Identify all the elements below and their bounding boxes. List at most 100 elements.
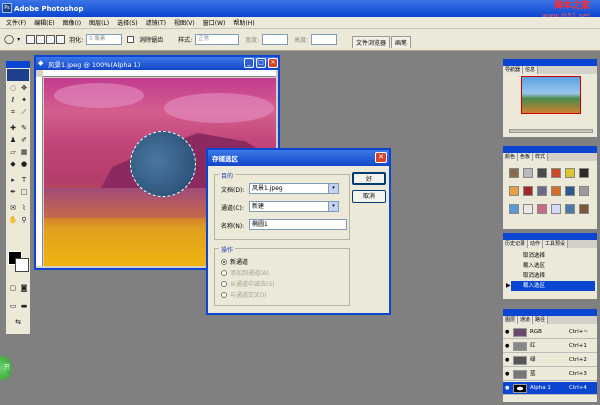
channel-row[interactable]: ● 蓝 Ctrl+3 <box>503 368 597 381</box>
style-swatch[interactable] <box>523 168 533 178</box>
chevron-down-icon[interactable]: ▾ <box>328 202 338 211</box>
style-swatch[interactable] <box>551 204 561 214</box>
marquee-tool-icon[interactable]: ◌ <box>8 83 18 93</box>
stamp-tool-icon[interactable]: ♟ <box>8 135 18 145</box>
menu-view[interactable]: 视图(V) <box>174 18 195 27</box>
history-brush-icon[interactable]: ✐ <box>19 135 29 145</box>
menu-select[interactable]: 选择(S) <box>117 18 138 27</box>
start-button[interactable]: 开 <box>0 356 12 380</box>
eye-icon[interactable]: ● <box>505 329 511 335</box>
pen-tool-icon[interactable]: ✒ <box>8 187 18 197</box>
op-subtract-from-channel[interactable]: 从通道中减去(S) <box>221 279 275 288</box>
tab-layers[interactable]: 图层 <box>503 316 519 324</box>
tab-navigator[interactable]: 导航器 <box>503 66 524 74</box>
style-swatch[interactable] <box>551 186 561 196</box>
history-item[interactable]: 取消选择 <box>511 251 595 261</box>
panel-title-bar[interactable] <box>503 233 597 240</box>
magic-wand-tool-icon[interactable]: ✦ <box>19 95 29 105</box>
menu-help[interactable]: 帮助(H) <box>233 18 254 27</box>
name-input[interactable]: 椭圆1 <box>249 219 347 230</box>
op-intersect-channel[interactable]: 与通道交叉(I) <box>221 290 266 299</box>
history-item-selected[interactable]: 载入选区 <box>511 281 595 291</box>
radio-icon[interactable] <box>221 291 227 298</box>
dialog-close-button[interactable]: ✕ <box>375 152 387 163</box>
style-swatch[interactable] <box>509 204 519 214</box>
tab-actions[interactable]: 动作 <box>528 240 544 248</box>
document-title-bar[interactable]: ◆ 风景1.jpeg @ 100%(Alpha 1) _ □ ✕ <box>36 57 278 70</box>
style-swatch[interactable] <box>565 168 575 178</box>
style-swatch[interactable] <box>537 204 547 214</box>
eraser-tool-icon[interactable]: ▱ <box>8 147 18 157</box>
radio-icon[interactable] <box>221 269 227 276</box>
style-swatch[interactable] <box>565 204 575 214</box>
panel-title-bar[interactable] <box>503 146 597 153</box>
style-swatch[interactable] <box>579 204 589 214</box>
style-swatch[interactable] <box>565 186 575 196</box>
eye-icon[interactable]: ● <box>505 371 511 377</box>
dialog-title-bar[interactable]: 存储选区 ✕ <box>208 150 389 166</box>
tool-preset-dropdown-icon[interactable]: ▾ <box>17 36 20 43</box>
zoom-tool-icon[interactable]: ⚲ <box>19 215 29 225</box>
style-swatch[interactable] <box>509 168 519 178</box>
navigator-thumbnail[interactable] <box>521 76 581 114</box>
style-swatch[interactable] <box>523 186 533 196</box>
panel-title-bar[interactable] <box>503 59 597 66</box>
cancel-button[interactable]: 取消 <box>352 190 386 203</box>
screen-mode-standard-icon[interactable]: ▭ <box>8 301 18 311</box>
document-select[interactable]: 风景1.jpeg ▾ <box>249 183 339 194</box>
brush-tool-icon[interactable]: ✎ <box>19 123 29 133</box>
horizontal-ruler[interactable] <box>43 70 276 77</box>
tab-brushes[interactable]: 画笔 <box>391 36 412 48</box>
background-color-swatch[interactable] <box>15 258 29 272</box>
type-tool-icon[interactable]: T <box>19 175 29 185</box>
style-swatch[interactable] <box>537 168 547 178</box>
op-new-channel[interactable]: 新通道 <box>221 257 248 266</box>
chevron-down-icon[interactable]: ▾ <box>328 184 338 193</box>
history-state-icon[interactable]: ▶ <box>506 282 511 289</box>
channel-select[interactable]: 新建 ▾ <box>249 201 339 212</box>
op-add-to-channel[interactable]: 添加到通道(A) <box>221 268 269 277</box>
style-swatch[interactable] <box>523 204 533 214</box>
screen-mode-full-icon[interactable]: ▬ <box>19 301 29 311</box>
ok-button[interactable]: 好 <box>352 172 386 185</box>
menu-filter[interactable]: 滤镜(T) <box>146 18 166 27</box>
tab-info[interactable]: 信息 <box>523 66 539 74</box>
tab-file-browser[interactable]: 文件浏览器 <box>352 36 391 48</box>
channel-row[interactable]: ● 绿 Ctrl+2 <box>503 354 597 367</box>
radio-icon[interactable] <box>221 280 227 287</box>
eye-icon[interactable]: ● <box>505 385 511 391</box>
channel-row-selected[interactable]: ● Alpha 1 Ctrl+4 <box>503 382 597 395</box>
new-selection-icon[interactable] <box>26 35 36 44</box>
menu-file[interactable]: 文件(F) <box>6 18 26 27</box>
lasso-tool-icon[interactable]: ℓ <box>8 95 18 105</box>
height-input[interactable] <box>311 34 338 45</box>
channel-row[interactable]: ● RGB Ctrl+~ <box>503 326 597 339</box>
vertical-ruler[interactable] <box>36 77 43 266</box>
style-select[interactable]: 正常 <box>195 34 240 45</box>
move-tool-icon[interactable]: ✥ <box>19 83 29 93</box>
feather-input[interactable]: 0 像素 <box>86 34 123 45</box>
elliptical-selection[interactable] <box>130 131 196 197</box>
notes-tool-icon[interactable]: ✉ <box>8 203 18 213</box>
history-item[interactable]: 载入选区 <box>511 261 595 271</box>
subtract-selection-icon[interactable] <box>46 35 56 44</box>
shape-tool-icon[interactable]: □ <box>19 187 29 197</box>
panel-title-bar[interactable] <box>503 309 597 316</box>
toolbox-title-bar[interactable] <box>6 61 30 68</box>
menu-window[interactable]: 窗口(W) <box>203 18 226 27</box>
elliptical-marquee-icon[interactable]: ◯ <box>4 35 14 45</box>
antialias-checkbox[interactable] <box>127 36 135 43</box>
crop-tool-icon[interactable]: ⌗ <box>8 107 18 117</box>
intersect-selection-icon[interactable] <box>56 35 66 44</box>
close-document-button[interactable]: ✕ <box>268 58 278 68</box>
tab-swatches[interactable]: 色板 <box>518 153 534 161</box>
style-swatch[interactable] <box>579 168 589 178</box>
path-select-icon[interactable]: ▸ <box>8 175 18 185</box>
hand-tool-icon[interactable]: ✋ <box>8 215 18 225</box>
minimize-button[interactable]: _ <box>244 58 254 68</box>
slice-tool-icon[interactable]: ⟋ <box>19 107 29 117</box>
tab-history[interactable]: 历史记录 <box>503 240 529 248</box>
tab-styles[interactable]: 样式 <box>533 153 549 161</box>
style-swatch[interactable] <box>551 168 561 178</box>
history-item[interactable]: 取消选择 <box>511 271 595 281</box>
